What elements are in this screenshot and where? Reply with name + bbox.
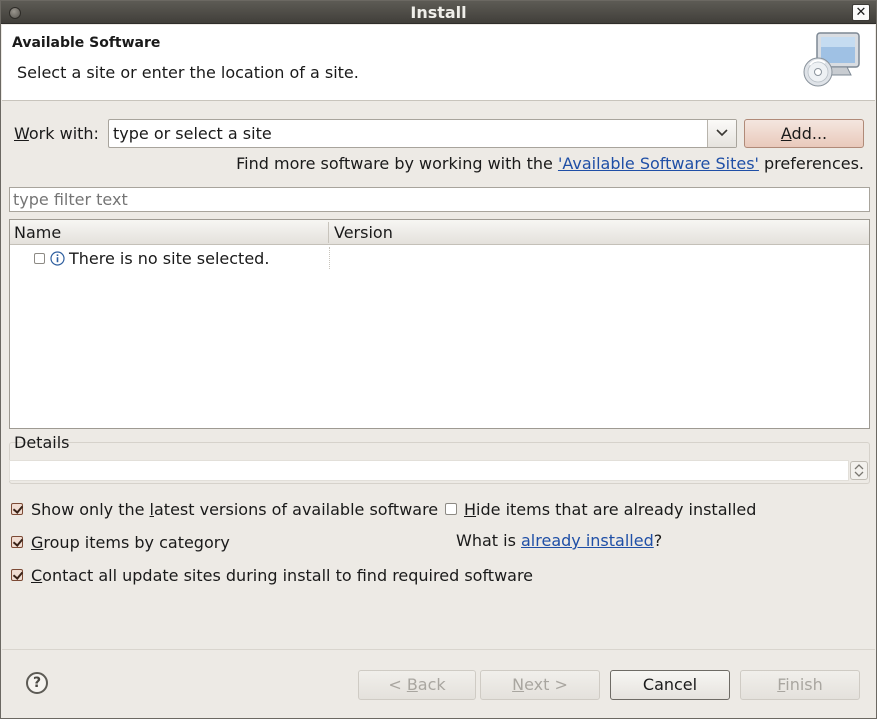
- row-name: There is no site selected.: [69, 249, 270, 268]
- hide-installed-checkbox[interactable]: [445, 503, 457, 515]
- details-label: Details: [14, 433, 70, 452]
- site-input[interactable]: [109, 120, 707, 147]
- add-site-button[interactable]: Add...: [744, 119, 864, 148]
- window-title: Install: [410, 3, 467, 22]
- table-row[interactable]: There is no site selected.: [10, 247, 869, 269]
- install-software-icon: [803, 32, 860, 87]
- hide-installed-label[interactable]: Hide items that are already installed: [464, 500, 756, 519]
- group-by-category-label[interactable]: Group items by category: [31, 533, 230, 552]
- back-button[interactable]: < Back: [358, 670, 476, 700]
- chevron-down-icon: [716, 129, 728, 137]
- what-is-installed-text: What is already installed?: [456, 531, 663, 550]
- details-scroll-control[interactable]: [850, 461, 868, 480]
- group-by-category-checkbox[interactable]: [11, 536, 23, 548]
- table-header: Name Version: [10, 220, 869, 245]
- column-divider[interactable]: [328, 222, 329, 243]
- page-title: Available Software: [12, 35, 161, 51]
- find-more-software-text: Find more software by working with the '…: [236, 154, 864, 173]
- contact-sites-checkbox[interactable]: [11, 569, 23, 581]
- contact-sites-label[interactable]: Contact all update sites during install …: [31, 566, 533, 585]
- column-header-name[interactable]: Name: [14, 223, 61, 242]
- site-dropdown-button[interactable]: [707, 120, 736, 147]
- work-with-label: Work with:: [14, 124, 99, 143]
- help-icon[interactable]: ?: [26, 672, 48, 694]
- column-header-version[interactable]: Version: [334, 223, 393, 242]
- filter-input[interactable]: [9, 187, 870, 212]
- next-button[interactable]: Next >: [480, 670, 600, 700]
- details-text-area[interactable]: [9, 460, 849, 481]
- already-installed-link[interactable]: already installed: [521, 531, 654, 550]
- info-icon: [50, 251, 65, 266]
- cancel-button[interactable]: Cancel: [610, 670, 730, 700]
- spin-arrows-icon: [854, 464, 864, 477]
- close-icon[interactable]: ✕: [852, 4, 870, 21]
- dialog-header: Available Software Select a site or ente…: [2, 25, 875, 101]
- title-bar[interactable]: Install ✕: [1, 1, 876, 24]
- install-dialog: Install ✕ Available Software Select a si…: [0, 0, 877, 719]
- available-software-sites-link[interactable]: 'Available Software Sites': [558, 154, 759, 173]
- page-description: Select a site or enter the location of a…: [17, 63, 359, 82]
- show-latest-checkbox[interactable]: [11, 503, 23, 515]
- row-checkbox[interactable]: [34, 253, 45, 264]
- software-table[interactable]: Name Version There is no site selected.: [9, 219, 870, 429]
- footer-divider: [2, 649, 875, 650]
- work-with-combo[interactable]: [108, 119, 737, 148]
- row-column-divider: [329, 247, 330, 269]
- show-latest-label[interactable]: Show only the latest versions of availab…: [31, 500, 438, 519]
- finish-button[interactable]: Finish: [740, 670, 860, 700]
